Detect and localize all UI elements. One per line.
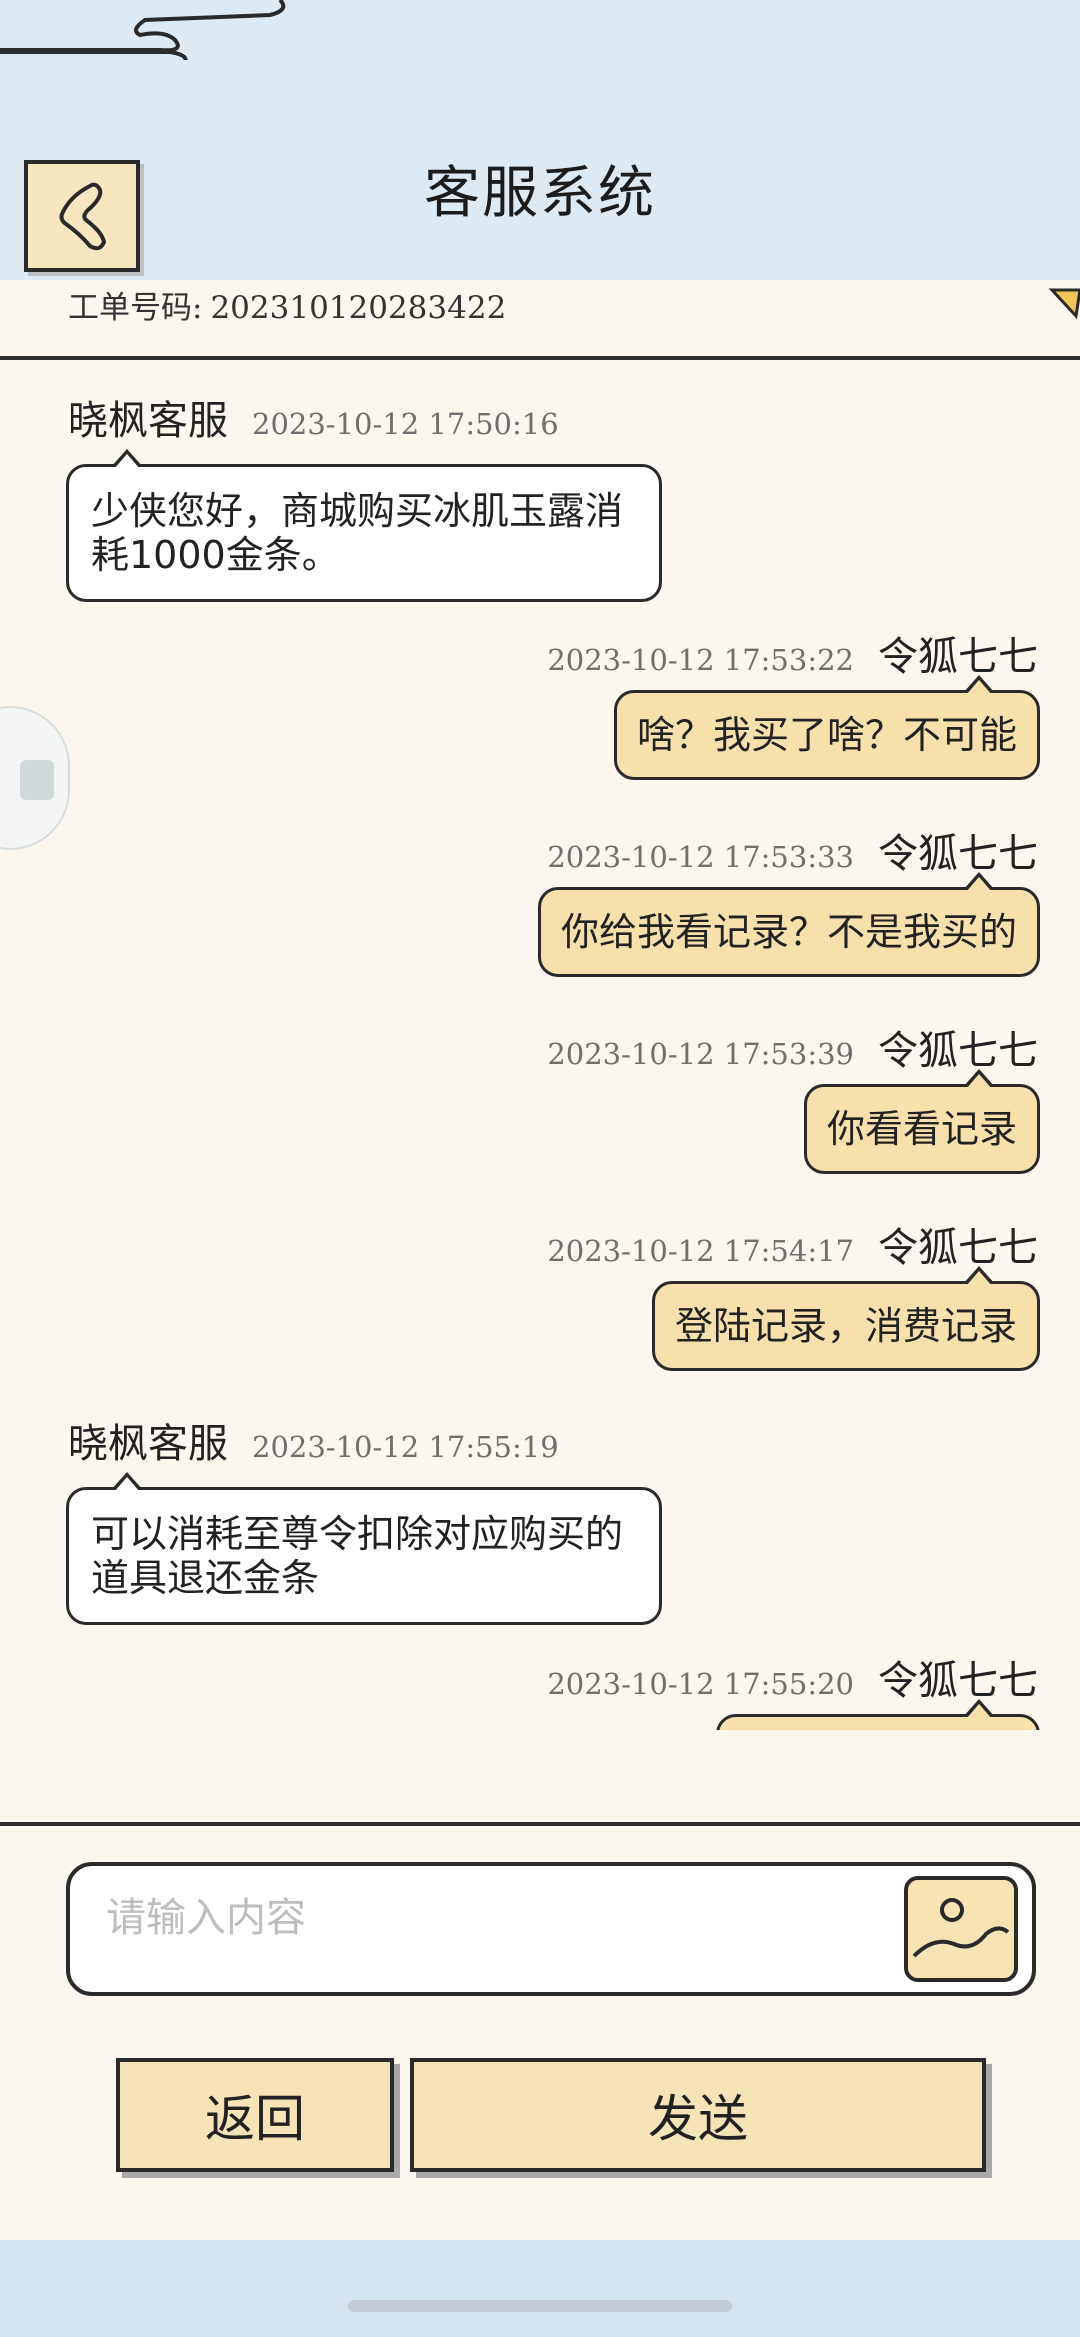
message-meta: 2023-10-12 17:54:17 令狐七七	[547, 1215, 1038, 1273]
message-time: 2023-10-12 17:54:17	[547, 1234, 854, 1268]
page-title: 客服系统	[424, 161, 656, 226]
home-indicator[interactable]	[348, 2300, 732, 2312]
message-bubble: 你看看记录	[803, 1069, 1040, 1174]
message-meta: 晓枫客服 2023-10-12 17:55:19	[68, 1411, 559, 1469]
sender-name: 晓枫客服	[68, 398, 228, 444]
message-bubble: 啥？我买了啥？不可能	[613, 675, 1040, 780]
message-time: 2023-10-12 17:50:16	[252, 407, 559, 441]
message-meta: 2023-10-12 17:53:39 令狐七七	[547, 1018, 1038, 1076]
sender-name: 令狐七七	[878, 634, 1038, 680]
message-meta: 2023-10-12 17:55:20 令狐七七	[547, 1648, 1038, 1706]
message-meta: 2023-10-12 17:53:33 令狐七七	[547, 821, 1038, 879]
sender-name: 令狐七七	[878, 831, 1038, 877]
message-list[interactable]: 晓枫客服 2023-10-12 17:50:16 少侠您好，商城购买冰肌玉露消耗…	[0, 368, 1080, 1730]
send-button[interactable]: 发送	[410, 2058, 986, 2172]
sender-name: 令狐七七	[878, 1658, 1038, 1704]
header-bar: 客服系统	[0, 0, 1080, 280]
message-time: 2023-10-12 17:53:39	[547, 1037, 854, 1071]
message-bubble	[716, 1699, 1040, 1730]
cloud-decoration	[0, 0, 286, 60]
message-meta: 2023-10-12 17:53:22 令狐七七	[547, 624, 1038, 682]
message-bubble: 登陆记录，消费记录	[651, 1266, 1040, 1371]
return-button[interactable]: 返回	[116, 2058, 394, 2172]
ticket-label: 工单号码:	[68, 290, 203, 326]
message-time: 2023-10-12 17:55:20	[547, 1667, 854, 1701]
message-bubble: 你给我看记录？不是我买的	[537, 872, 1040, 977]
assistant-icon	[20, 760, 54, 800]
message-time: 2023-10-12 17:55:19	[252, 1430, 559, 1464]
image-upload-button[interactable]	[904, 1876, 1018, 1982]
message-input-box	[66, 1862, 1036, 1996]
message-bubble: 可以消耗至尊令扣除对应购买的道具退还金条	[66, 1472, 662, 1625]
ticket-number: 工单号码: 202310120283422	[68, 282, 506, 327]
collapse-triangle-icon[interactable]	[1046, 286, 1080, 320]
image-icon	[912, 1898, 1010, 1958]
message-time: 2023-10-12 17:53:33	[547, 840, 854, 874]
ticket-number-value: 202310120283422	[210, 290, 507, 326]
bottom-bar	[0, 2240, 1080, 2337]
sender-name: 晓枫客服	[68, 1421, 228, 1467]
message-input[interactable]	[104, 1882, 928, 1954]
sender-name: 令狐七七	[878, 1028, 1038, 1074]
sender-name: 令狐七七	[878, 1225, 1038, 1271]
top-divider	[0, 356, 1080, 360]
message-meta: 晓枫客服 2023-10-12 17:50:16	[68, 388, 559, 446]
message-time: 2023-10-12 17:53:22	[547, 643, 854, 677]
message-bubble: 少侠您好，商城购买冰肌玉露消耗1000金条。	[66, 449, 662, 602]
bottom-divider	[0, 1822, 1080, 1826]
